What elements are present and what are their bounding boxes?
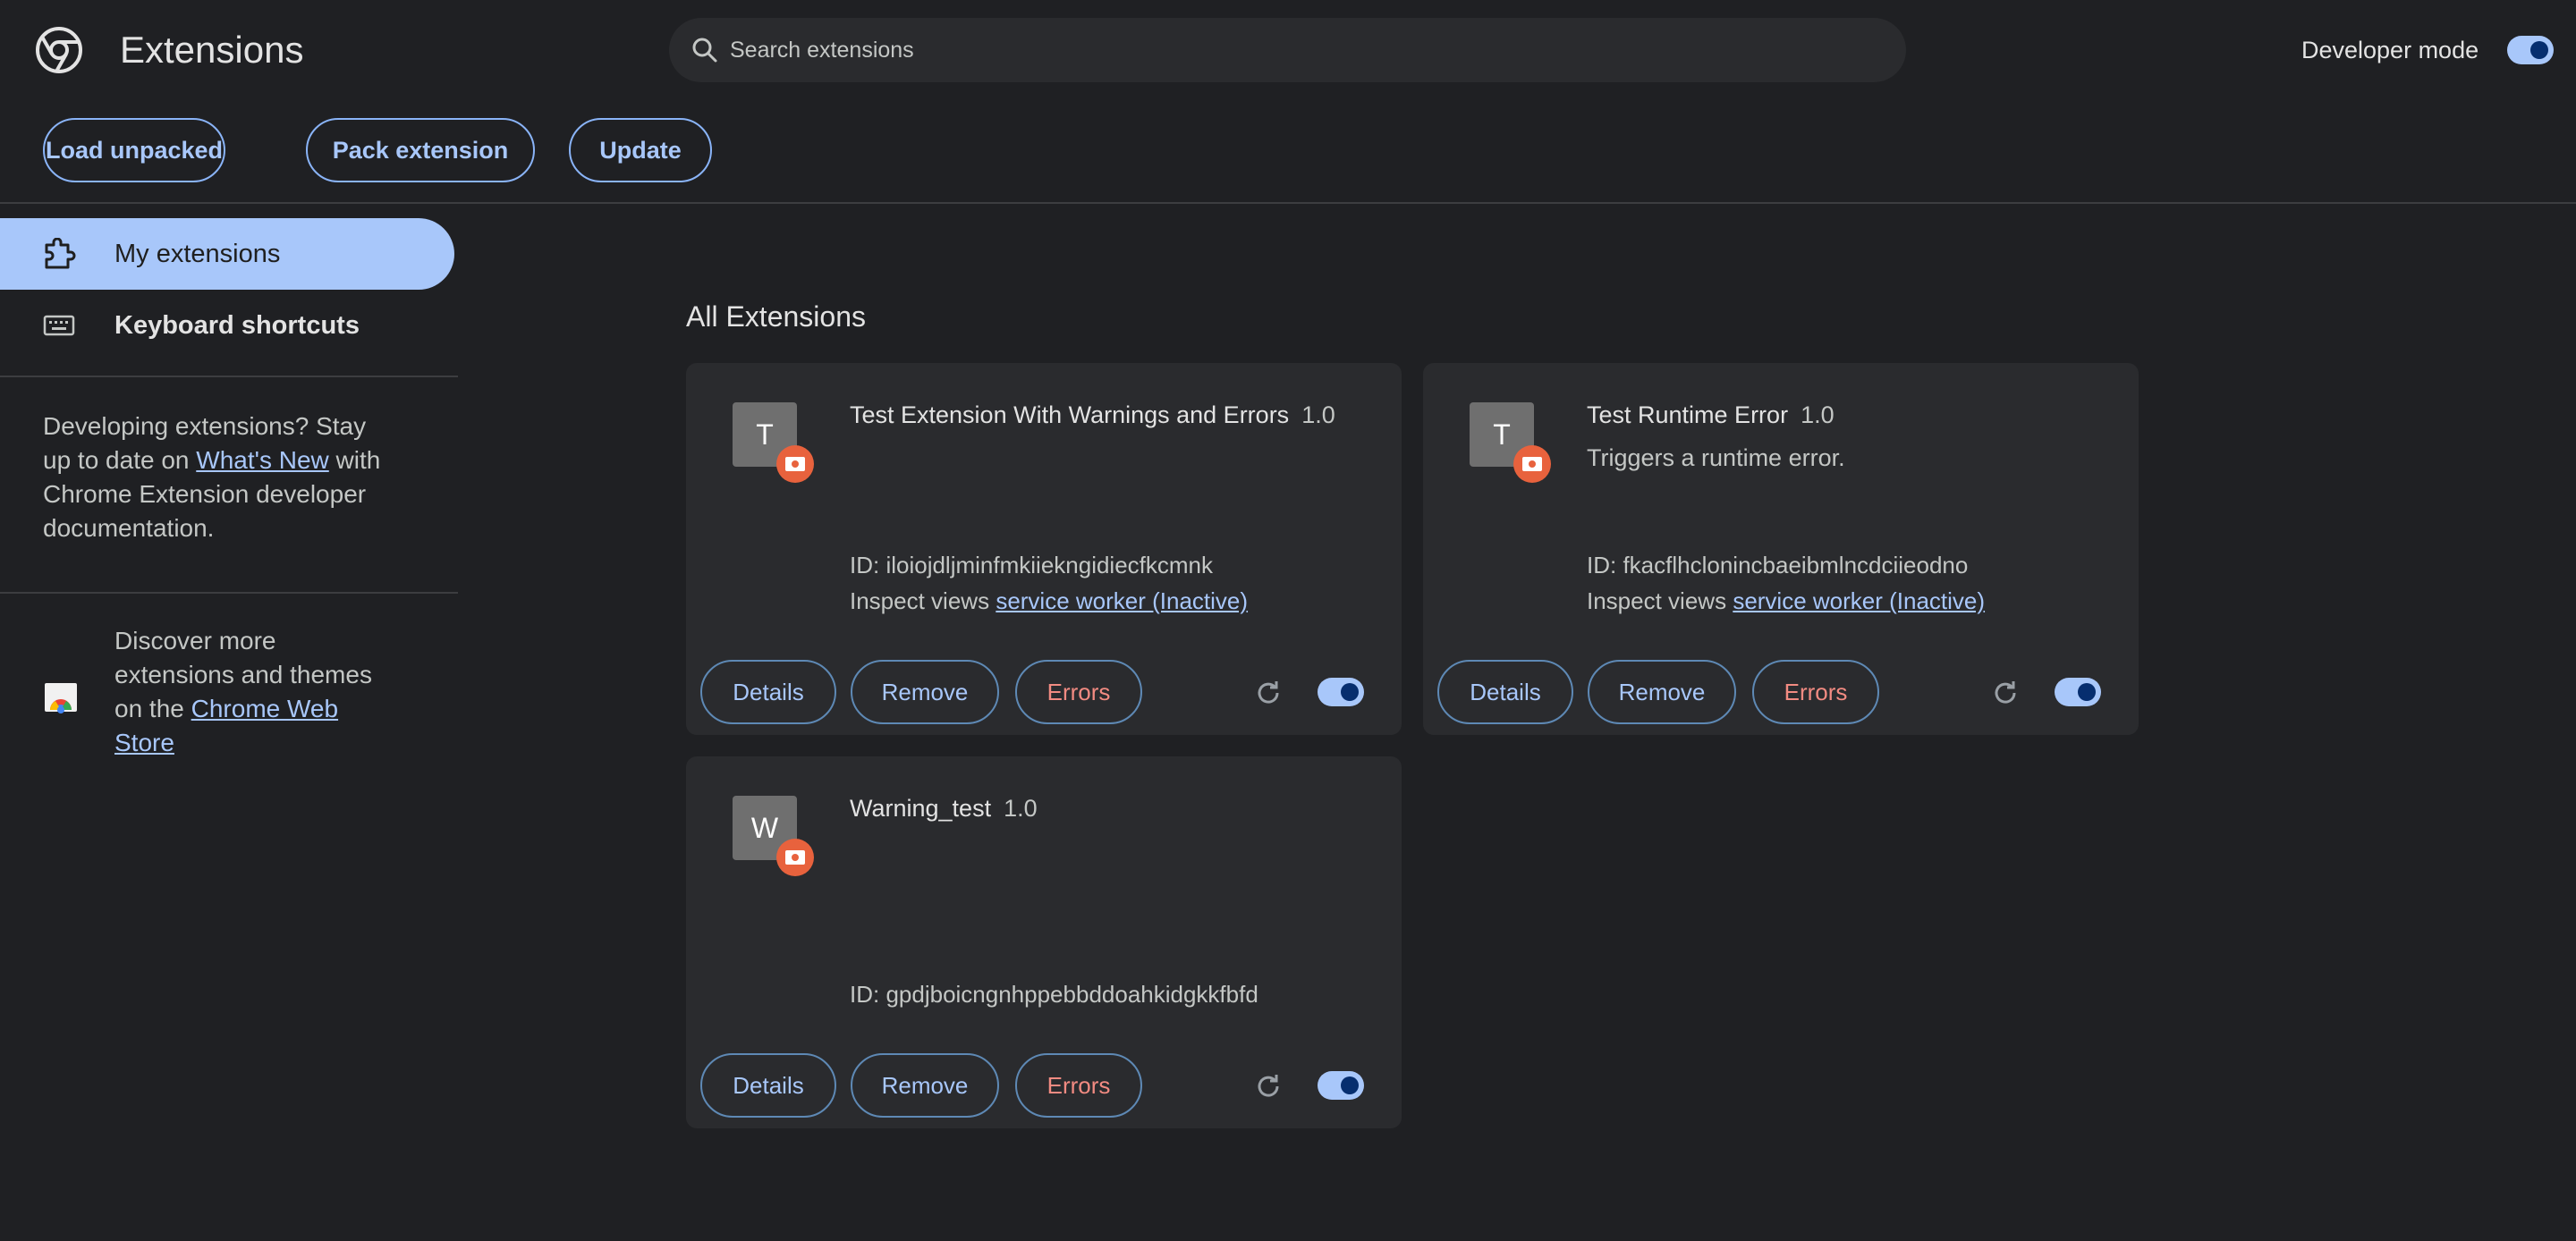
developer-mode-label: Developer mode	[2301, 37, 2479, 63]
service-worker-link[interactable]: service worker (Inactive)	[1733, 587, 1985, 614]
sidebar-divider	[0, 376, 458, 377]
discover-line: on the Chrome Web	[114, 692, 372, 726]
chrome-web-store-link[interactable]: Chrome Web	[191, 695, 338, 722]
extension-description: Triggers a runtime error.	[1587, 444, 1845, 471]
unpacked-badge-icon	[776, 839, 814, 876]
header: Extensions Developer mode	[0, 0, 2576, 100]
extension-enable-toggle[interactable]	[1318, 1071, 1364, 1100]
page-title: Extensions	[120, 29, 304, 71]
toggle-knob	[1341, 683, 1359, 701]
reload-icon[interactable]	[1990, 678, 2021, 708]
errors-button[interactable]: Errors	[1015, 1053, 1142, 1118]
toggle-knob	[1341, 1076, 1359, 1094]
developer-mode-toggle[interactable]	[2507, 36, 2554, 64]
developing-line: up to date on What's New with	[43, 443, 380, 477]
extension-id: ID: gpdjboicngnhppebbddoahkidgkkfbfd	[850, 981, 1258, 1008]
errors-button[interactable]: Errors	[1015, 660, 1142, 724]
developing-text: with	[328, 446, 381, 474]
sidebar-divider	[0, 592, 458, 594]
discover-text: Discover more extensions and themes on t…	[114, 624, 372, 760]
section-title: All Extensions	[686, 300, 866, 333]
service-worker-link[interactable]: service worker (Inactive)	[996, 587, 1248, 614]
extension-enable-toggle[interactable]	[2055, 678, 2101, 706]
puzzle-icon	[45, 238, 76, 269]
discover-line: extensions and themes	[114, 661, 372, 688]
inspect-views: Inspect views service worker (Inactive)	[850, 585, 1248, 617]
sidebar-item-label: My extensions	[114, 239, 281, 268]
reload-icon[interactable]	[1253, 1071, 1284, 1102]
remove-button[interactable]: Remove	[1588, 660, 1736, 724]
sidebar-item-my-extensions[interactable]: My extensions	[0, 218, 454, 290]
extension-name-row: Test Runtime Error 1.0	[1587, 399, 1835, 431]
discover-line: Store	[114, 726, 372, 760]
extension-name-row: Warning_test 1.0	[850, 792, 1038, 824]
unpacked-badge-icon	[776, 445, 814, 483]
developing-line: Chrome Extension developer	[43, 480, 367, 508]
developer-toolbar: Load unpacked Pack extension Update	[0, 118, 2576, 204]
details-button[interactable]: Details	[1437, 660, 1573, 724]
toggle-knob	[2530, 41, 2548, 59]
extension-name-row: Test Extension With Warnings and Errors 1…	[850, 399, 1335, 431]
developing-line: Developing extensions? Stay	[43, 412, 367, 440]
remove-button[interactable]: Remove	[851, 1053, 999, 1118]
errors-button[interactable]: Errors	[1752, 660, 1879, 724]
whats-new-link[interactable]: What's New	[196, 446, 329, 474]
extension-version: 1.0	[1301, 401, 1335, 428]
extension-name: Warning_test	[850, 795, 992, 822]
chrome-logo-icon	[36, 27, 82, 73]
extension-version: 1.0	[1004, 795, 1038, 822]
details-button[interactable]: Details	[700, 1053, 836, 1118]
keyboard-icon	[43, 315, 75, 336]
sidebar-item-keyboard-shortcuts[interactable]: Keyboard shortcuts	[0, 290, 454, 361]
extension-card: T Test Extension With Warnings and Error…	[686, 363, 1402, 735]
chrome-web-store-icon	[45, 683, 77, 713]
discover-line: Discover more	[114, 627, 276, 654]
update-button[interactable]: Update	[569, 118, 712, 182]
pack-extension-button[interactable]: Pack extension	[306, 118, 535, 182]
reload-icon[interactable]	[1253, 678, 1284, 708]
extension-id: ID: iloiojdljminfmkiiekngidiecfkcmnk	[850, 552, 1214, 578]
toggle-knob	[2078, 683, 2096, 701]
inspect-views-label: Inspect views	[1587, 587, 1727, 614]
extension-name: Test Extension With Warnings and Errors	[850, 401, 1290, 428]
sidebar: My extensions Keyboard shortcuts Develop…	[0, 204, 458, 1241]
remove-button[interactable]: Remove	[851, 660, 999, 724]
discover-text: on the	[114, 695, 191, 722]
inspect-views: Inspect views service worker (Inactive)	[1587, 585, 1985, 617]
search-icon	[692, 38, 717, 63]
sidebar-item-label: Keyboard shortcuts	[114, 310, 360, 340]
extension-id: ID: fkacflhcloninc​baeibmlncdciieodno	[1587, 552, 1969, 578]
developing-line: documentation.	[43, 514, 215, 542]
developing-text: up to date on	[43, 446, 197, 474]
search-bar[interactable]	[669, 18, 1906, 82]
details-button[interactable]: Details	[700, 660, 836, 724]
extension-card: T Test Runtime Error 1.0 Triggers a runti…	[1423, 363, 2139, 735]
chrome-web-store-link[interactable]: Store	[114, 729, 174, 756]
search-input[interactable]	[730, 18, 1875, 82]
unpacked-badge-icon	[1513, 445, 1551, 483]
extension-version: 1.0	[1801, 401, 1835, 428]
extension-card: W Warning_test 1.0 ID: gpdjboicngnhppebbd…	[686, 756, 1402, 1128]
load-unpacked-button[interactable]: Load unpacked	[43, 118, 225, 182]
extension-enable-toggle[interactable]	[1318, 678, 1364, 706]
extension-name: Test Runtime Error	[1587, 401, 1789, 428]
inspect-views-label: Inspect views	[850, 587, 990, 614]
developing-extensions-text: Developing extensions? Stay up to date o…	[43, 409, 380, 545]
